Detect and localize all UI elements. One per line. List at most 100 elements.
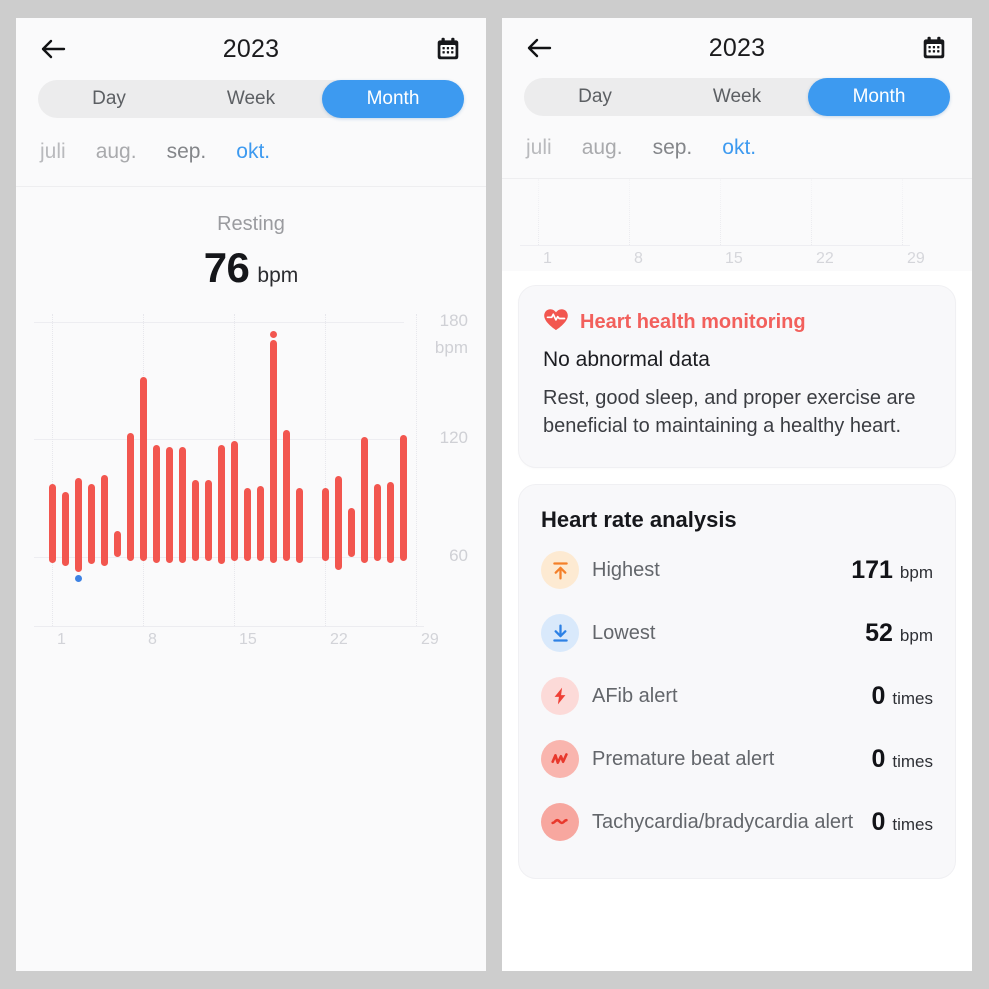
chart-bar[interactable] (152, 445, 160, 563)
chart-bar[interactable] (217, 445, 225, 565)
chart-bar[interactable] (204, 480, 212, 561)
page-title: 2023 (222, 34, 280, 63)
left-scroll-body[interactable]: Resting 76 bpm 180 120 60 bpm 1 8 15 22 29 (16, 187, 486, 971)
month-item-aug[interactable]: aug. (582, 136, 623, 160)
chart-y-axis-unit: bpm (434, 338, 468, 357)
chart-x-tick-label: 15 (239, 631, 257, 648)
chart-y-tick-label: 180 (439, 311, 468, 330)
calendar-icon[interactable] (918, 32, 950, 64)
chart-bar[interactable] (178, 447, 186, 563)
chart-bar[interactable] (230, 441, 238, 561)
chart-bar[interactable] (61, 492, 69, 567)
card-header: Heart health monitoring (543, 308, 931, 336)
heart-rate-chart-scrolled[interactable]: 1 8 15 22 29 (502, 179, 972, 271)
ecg-spike-icon (541, 740, 579, 779)
heart-pulse-icon (543, 308, 569, 336)
calendar-icon[interactable] (432, 33, 464, 65)
analysis-row[interactable]: Lowest 52 bpm (541, 602, 933, 665)
month-item-aug[interactable]: aug. (96, 140, 137, 164)
chart-bar[interactable] (48, 484, 56, 563)
analysis-row-unit: times (892, 814, 933, 834)
tab-day[interactable]: Day (38, 80, 180, 118)
month-item-okt[interactable]: okt. (236, 140, 270, 164)
tab-day[interactable]: Day (524, 78, 666, 116)
month-item-sep[interactable]: sep. (167, 140, 207, 164)
chart-bar[interactable] (87, 484, 95, 565)
chart-bar[interactable] (191, 480, 199, 561)
analysis-row[interactable]: Premature beat alert 0 times (541, 728, 933, 791)
chart-bar[interactable] (269, 339, 277, 563)
chart-bar[interactable] (321, 488, 329, 561)
chart-gridline-x (629, 179, 630, 245)
chart-bar[interactable] (295, 488, 303, 563)
chart-gridline-x (811, 179, 812, 245)
chart-lowest-marker (74, 575, 82, 583)
tab-month[interactable]: Month (808, 78, 950, 116)
chart-bar[interactable] (334, 476, 342, 571)
month-item-okt[interactable]: okt. (722, 136, 756, 160)
month-item-juli[interactable]: juli (40, 140, 66, 164)
chart-bar[interactable] (282, 429, 290, 561)
analysis-row-value-group: 171 bpm (851, 556, 933, 585)
analysis-row[interactable]: AFib alert 0 times (541, 665, 933, 728)
chart-bar[interactable] (74, 478, 82, 573)
chart-bar[interactable] (386, 482, 394, 563)
chart-gridline-x (720, 179, 721, 245)
analysis-row-value-group: 52 bpm (865, 619, 933, 648)
analysis-row-value: 52 (865, 618, 893, 647)
chart-bar[interactable] (399, 435, 407, 561)
heart-rate-chart[interactable]: 180 120 60 bpm 1 8 15 22 29 (16, 306, 486, 686)
analysis-row-label: Highest (592, 558, 660, 581)
chart-bar[interactable] (243, 488, 251, 561)
analysis-row-value: 0 (871, 807, 886, 836)
chart-bar[interactable] (165, 447, 173, 563)
chart-x-tick-label: 1 (543, 250, 552, 267)
analysis-row[interactable]: Tachycardia/bradycardia alert 0 times (541, 791, 933, 854)
analysis-row-unit: times (892, 688, 933, 708)
chart-gridline-x (325, 314, 326, 626)
chart-bar[interactable] (256, 486, 264, 561)
chart-bar[interactable] (139, 376, 147, 561)
analysis-row-value: 171 (851, 555, 893, 584)
chart-gridline-x (416, 314, 417, 626)
chart-bar[interactable] (113, 531, 121, 557)
wave-icon (541, 803, 579, 842)
chart-gridline-y (34, 322, 404, 323)
month-item-sep[interactable]: sep. (653, 136, 693, 160)
resting-label: Resting (217, 213, 285, 235)
analysis-row-value-group: 0 times (871, 745, 933, 774)
tab-week[interactable]: Week (180, 80, 322, 118)
right-scroll-body[interactable]: Heart health monitoring No abnormal data… (502, 271, 972, 968)
period-segmented-control[interactable]: Day Week Month (38, 80, 464, 118)
chart-x-tick-label: 22 (330, 631, 348, 648)
phone-screen-left: 2023 Day Week Month juli aug. sep. okt. … (16, 18, 486, 971)
back-arrow-icon[interactable] (38, 34, 68, 64)
month-item-juli[interactable]: juli (526, 136, 552, 160)
chart-plot-area: 180 120 60 bpm 1 8 15 22 29 (16, 306, 486, 686)
analysis-row[interactable]: Highest 171 bpm (541, 539, 933, 602)
chart-gridline-x (902, 179, 903, 245)
analysis-row-value: 0 (871, 744, 886, 773)
month-selector: juli aug. sep. okt. (502, 116, 972, 179)
resting-summary: Resting 76 bpm (16, 187, 486, 292)
chart-bar[interactable] (126, 433, 134, 561)
chart-bar[interactable] (373, 484, 381, 561)
chart-bar[interactable] (100, 474, 108, 567)
chart-bar[interactable] (360, 437, 368, 563)
analysis-row-label: AFib alert (592, 684, 678, 707)
period-segmented-control[interactable]: Day Week Month (524, 78, 950, 116)
heart-health-description: Rest, good sleep, and proper exercise ar… (543, 387, 916, 438)
analysis-row-value: 0 (871, 681, 886, 710)
page-title: 2023 (708, 33, 766, 62)
analysis-row-label: Tachycardia/bradycardia alert (592, 810, 854, 833)
heart-health-monitoring-card[interactable]: Heart health monitoring No abnormal data… (518, 285, 956, 468)
chart-bar[interactable] (347, 507, 355, 557)
tab-month[interactable]: Month (322, 80, 464, 118)
lightning-bolt-icon (541, 677, 579, 716)
analysis-row-unit: times (892, 751, 933, 771)
chart-highest-marker (269, 330, 277, 338)
tab-week[interactable]: Week (666, 78, 808, 116)
back-arrow-icon[interactable] (524, 33, 554, 63)
app-header-right: 2023 (502, 18, 972, 78)
chart-y-tick-label: 120 (439, 428, 468, 448)
